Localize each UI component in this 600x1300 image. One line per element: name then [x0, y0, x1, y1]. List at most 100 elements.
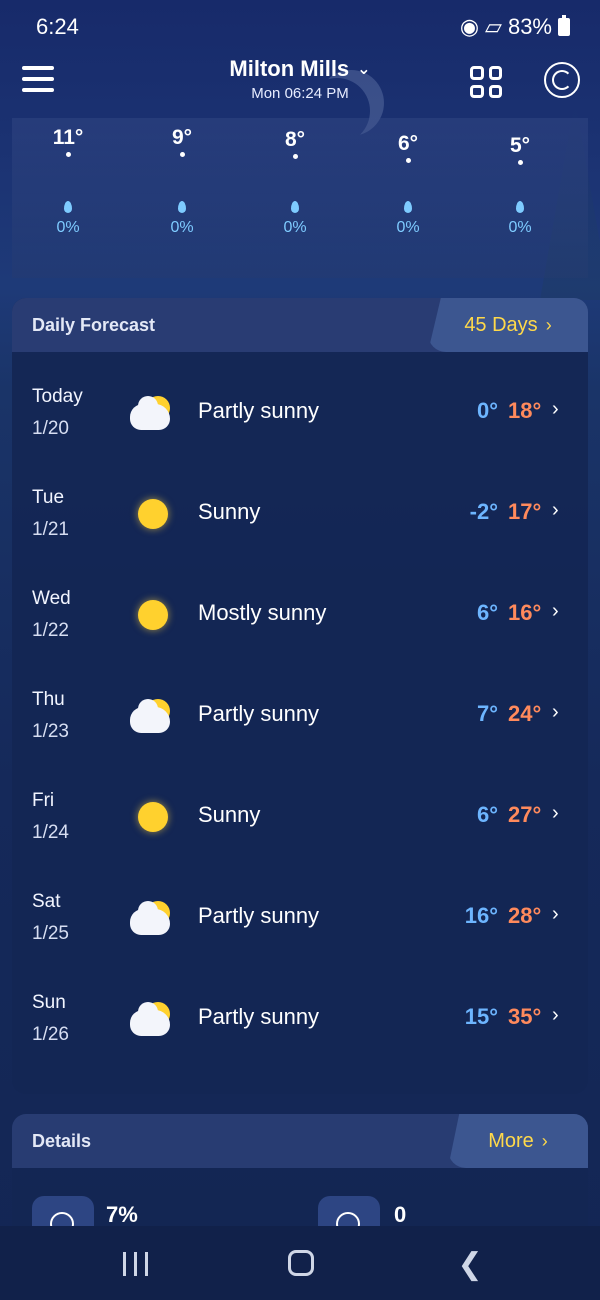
- raindrop-icon: [516, 201, 524, 213]
- day-date: 1/24: [32, 822, 69, 843]
- chevron-right-icon: ›: [552, 903, 559, 925]
- high-temp: 18°: [508, 398, 542, 423]
- location-selector[interactable]: Milton Mills ⌄ Mon 06:24 PM: [0, 56, 600, 102]
- day-name: Sat: [32, 891, 61, 912]
- 45-days-label: 45 Days: [464, 313, 538, 336]
- raindrop-icon: [64, 201, 72, 213]
- chevron-right-icon: ›: [552, 1004, 559, 1026]
- hourly-forecast-strip[interactable]: 11° 0% 9° 0% 8° 0% 6° 0% 5° 0%: [12, 118, 588, 278]
- day-condition: Sunny: [198, 802, 261, 827]
- signal-icon: ▱: [485, 14, 502, 39]
- widgets-grid-button[interactable]: [470, 66, 502, 98]
- humidity-value: 7%: [106, 1202, 138, 1227]
- chevron-right-icon: ›: [552, 499, 559, 521]
- sun-icon: [130, 800, 174, 836]
- app-header: Milton Mills ⌄ Mon 06:24 PM: [0, 52, 600, 114]
- day-name: Tue: [32, 487, 65, 508]
- status-bar: 6:24 ◉ ▱ 83%: [0, 0, 600, 52]
- day-name: Sun: [32, 992, 66, 1013]
- day-date: 1/21: [32, 519, 69, 540]
- low-temp: 6°: [476, 802, 498, 827]
- 45-days-button[interactable]: 45 Days ›: [428, 298, 588, 352]
- home-button[interactable]: [288, 1250, 314, 1276]
- daily-forecast-title: Daily Forecast: [32, 314, 156, 335]
- day-name: Fri: [32, 790, 55, 811]
- hourly-precip: 0%: [508, 219, 532, 236]
- day-date: 1/25: [32, 923, 69, 944]
- day-date: 1/26: [32, 1024, 69, 1045]
- day-name: Wed: [32, 588, 71, 609]
- chevron-right-icon: ›: [545, 314, 552, 335]
- day-condition: Partly sunny: [198, 398, 320, 423]
- battery-percent: 83%: [507, 14, 552, 39]
- location-name-row[interactable]: Milton Mills ⌄: [229, 56, 370, 82]
- partly-sunny-icon: [130, 396, 174, 432]
- high-temp: 24°: [508, 701, 542, 726]
- sun-icon: [130, 598, 174, 634]
- daily-forecast-card: Daily Forecast 45 Days › Today 1/20 Part…: [12, 298, 588, 1094]
- daily-row[interactable]: Sun 1/26 Partly sunny 15° 35° ›: [12, 974, 588, 1075]
- hourly-temp: 6°: [397, 132, 419, 155]
- chevron-right-icon: ›: [552, 600, 559, 622]
- partly-sunny-icon: [130, 901, 174, 937]
- day-condition: Partly sunny: [198, 701, 320, 726]
- high-temp: 28°: [508, 903, 542, 928]
- low-temp: 0°: [476, 398, 498, 423]
- daily-row[interactable]: Thu 1/23 Partly sunny 7° 24° ›: [12, 671, 588, 772]
- daily-row[interactable]: Fri 1/24 Sunny 6° 27° ›: [12, 772, 588, 873]
- daily-row[interactable]: Tue 1/21 Sunny -2° 17° ›: [12, 469, 588, 570]
- high-temp: 27°: [508, 802, 542, 827]
- battery-icon: [558, 15, 570, 36]
- system-navigation-bar: ❮: [0, 1226, 600, 1300]
- hourly-precip: 0%: [170, 219, 194, 236]
- details-title: Details: [32, 1130, 92, 1151]
- chevron-down-icon: ⌄: [357, 61, 371, 78]
- sun-icon: [130, 497, 174, 533]
- hourly-temp: 9°: [171, 126, 193, 149]
- back-button[interactable]: ❮: [457, 1248, 482, 1281]
- day-condition: Mostly sunny: [198, 600, 327, 625]
- high-temp: 17°: [508, 499, 542, 524]
- details-header: Details More ›: [12, 1114, 588, 1168]
- more-label: More: [488, 1129, 534, 1152]
- location-local-time: Mon 06:24 PM: [251, 85, 349, 102]
- daily-forecast-header: Daily Forecast 45 Days ›: [12, 298, 588, 352]
- day-date: 1/23: [32, 721, 69, 742]
- partly-sunny-icon: [130, 699, 174, 735]
- recent-apps-icon: [122, 1252, 126, 1276]
- recent-apps-button[interactable]: [120, 1250, 150, 1278]
- high-temp: 16°: [508, 600, 542, 625]
- grid-icon: [470, 66, 484, 80]
- day-name: Thu: [32, 689, 65, 710]
- partly-sunny-icon: [130, 1002, 174, 1038]
- high-temp: 35°: [508, 1004, 542, 1029]
- back-icon: ❮: [457, 1247, 483, 1281]
- hourly-temp: 5°: [509, 134, 531, 157]
- day-condition: Partly sunny: [198, 1004, 320, 1029]
- hourly-item: 11° 0%: [28, 126, 108, 237]
- hourly-precip: 0%: [283, 219, 307, 236]
- day-name: Today: [32, 386, 83, 407]
- daily-row[interactable]: Sat 1/25 Partly sunny 16° 28° ›: [12, 873, 588, 974]
- day-date: 1/22: [32, 620, 69, 641]
- hourly-item: 6° 0%: [368, 132, 448, 237]
- day-condition: Sunny: [198, 499, 261, 524]
- chevron-right-icon: ›: [552, 701, 559, 723]
- hourly-temp: 8°: [284, 128, 306, 151]
- wifi-icon: ◉: [459, 14, 480, 39]
- more-details-button[interactable]: More ›: [448, 1114, 588, 1168]
- radar-button[interactable]: [544, 62, 580, 98]
- day-date: 1/20: [32, 418, 69, 439]
- low-temp: 6°: [476, 600, 498, 625]
- hourly-temp: 11°: [52, 126, 84, 149]
- daily-row[interactable]: Today 1/20 Partly sunny 0° 18° ›: [12, 368, 588, 469]
- chevron-right-icon: ›: [552, 802, 559, 824]
- daily-row[interactable]: Wed 1/22 Mostly sunny 6° 16° ›: [12, 570, 588, 671]
- hourly-precip: 0%: [396, 219, 420, 236]
- low-temp: 16°: [464, 903, 498, 928]
- low-temp: 7°: [476, 701, 498, 726]
- low-temp: -2°: [469, 499, 498, 524]
- hourly-item: 5° 0%: [480, 134, 560, 237]
- chevron-right-icon: ›: [552, 398, 559, 420]
- uv-index-value: 0: [394, 1202, 407, 1227]
